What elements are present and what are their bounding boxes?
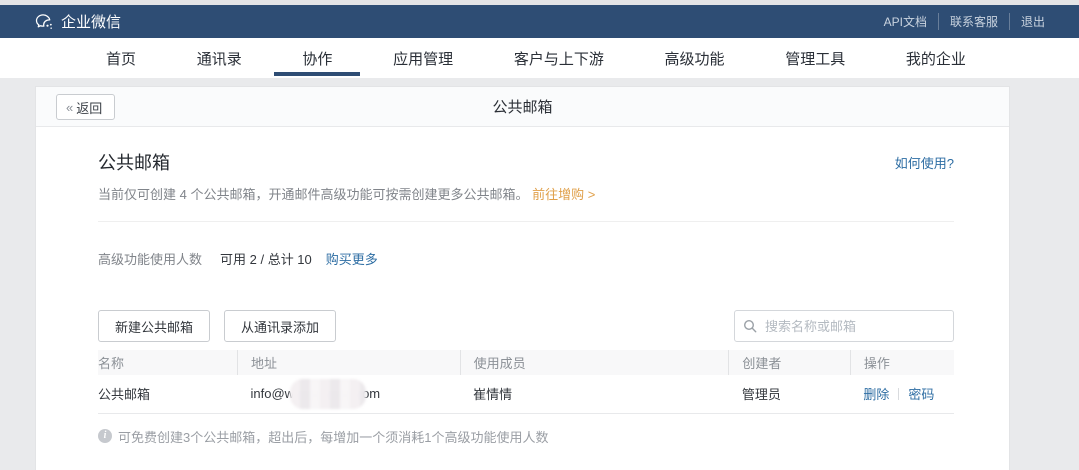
content-card: « 返回 公共邮箱 公共邮箱 当前仅可创建 4 个公共邮箱，开通邮件高级功能可按… xyxy=(35,86,1010,470)
nav-item-app-management[interactable]: 应用管理 xyxy=(375,38,471,78)
search-box xyxy=(734,310,954,342)
back-button[interactable]: « 返回 xyxy=(56,94,115,120)
address-prefix: info@w xyxy=(251,386,295,401)
info-icon xyxy=(98,429,112,443)
brand[interactable]: 企业微信 xyxy=(34,11,121,32)
topbar: 企业微信 API文档 联系客服 退出 xyxy=(0,5,1079,38)
nav-item-home[interactable]: 首页 xyxy=(88,38,154,78)
topbar-links: API文档 联系客服 退出 xyxy=(873,13,1045,30)
new-public-mailbox-button[interactable]: 新建公共邮箱 xyxy=(98,310,210,342)
add-from-contacts-button[interactable]: 从通讯录添加 xyxy=(224,310,336,342)
back-arrow-icon: « xyxy=(66,100,73,115)
section-divider xyxy=(98,221,954,222)
column-header-address: 地址 xyxy=(238,350,461,375)
column-header-creator: 创建者 xyxy=(729,350,851,375)
buy-more-link[interactable]: 购买更多 xyxy=(326,249,378,268)
delete-link[interactable]: 删除 xyxy=(863,387,889,402)
actions-separator xyxy=(898,388,899,400)
content-background: « 返回 公共邮箱 公共邮箱 当前仅可创建 4 个公共邮箱，开通邮件高级功能可按… xyxy=(0,78,1079,470)
how-to-use-link[interactable]: 如何使用? xyxy=(895,153,954,172)
quota-label: 高级功能使用人数 xyxy=(98,249,202,268)
cell-mailbox-name: 公共邮箱 xyxy=(98,375,238,413)
mailbox-address: info@wom xyxy=(251,379,381,409)
section-head: 公共邮箱 当前仅可创建 4 个公共邮箱，开通邮件高级功能可按需创建更多公共邮箱。… xyxy=(98,149,954,203)
wechat-work-logo-icon xyxy=(34,12,54,32)
table-header-row: 名称 地址 使用成员 创建者 操作 xyxy=(98,350,954,375)
quota-value: 可用 2 / 总计 10 xyxy=(220,249,312,268)
search-input[interactable] xyxy=(734,310,954,342)
password-link[interactable]: 密码 xyxy=(908,387,934,402)
column-header-members: 使用成员 xyxy=(460,350,729,375)
topbar-link-api-docs[interactable]: API文档 xyxy=(873,13,938,30)
footer-note: 可免费创建3个公共邮箱，超出后，每增加一个须消耗1个高级功能使用人数 xyxy=(98,427,954,446)
quota-row: 高级功能使用人数 可用 2 / 总计 10 购买更多 xyxy=(98,249,954,268)
column-header-actions: 操作 xyxy=(850,350,954,375)
nav-item-management-tools[interactable]: 管理工具 xyxy=(767,38,863,78)
brand-label: 企业微信 xyxy=(61,11,121,32)
section-description: 当前仅可创建 4 个公共邮箱，开通邮件高级功能可按需创建更多公共邮箱。 前往增购… xyxy=(98,184,595,203)
cell-actions: 删除 密码 xyxy=(850,375,954,413)
cell-creator: 管理员 xyxy=(729,375,851,413)
column-header-name: 名称 xyxy=(98,350,238,375)
nav-item-my-company[interactable]: 我的企业 xyxy=(888,38,984,78)
page: 企业微信 API文档 联系客服 退出 首页 通讯录 协作 应用管理 客户与上下游… xyxy=(0,0,1079,470)
purchase-more-link[interactable]: 前往增购 > xyxy=(532,187,595,202)
nav-item-advanced-features[interactable]: 高级功能 xyxy=(647,38,743,78)
page-header: « 返回 公共邮箱 xyxy=(36,87,1009,127)
section-description-text: 当前仅可创建 4 个公共邮箱，开通邮件高级功能可按需创建更多公共邮箱。 xyxy=(98,187,528,202)
section-head-text: 公共邮箱 当前仅可创建 4 个公共邮箱，开通邮件高级功能可按需创建更多公共邮箱。… xyxy=(98,149,595,203)
footer-note-text: 可免费创建3个公共邮箱，超出后，每增加一个须消耗1个高级功能使用人数 xyxy=(118,427,548,446)
card-body: 公共邮箱 当前仅可创建 4 个公共邮箱，开通邮件高级功能可按需创建更多公共邮箱。… xyxy=(36,127,1009,446)
main-nav: 首页 通讯录 协作 应用管理 客户与上下游 高级功能 管理工具 我的企业 xyxy=(0,38,1079,78)
search-icon xyxy=(743,319,757,333)
section-title: 公共邮箱 xyxy=(98,149,595,175)
cell-mailbox-address: info@wom xyxy=(238,375,461,413)
cell-members: 崔情情 xyxy=(460,375,729,413)
redaction-blur xyxy=(290,379,366,409)
topbar-link-contact-support[interactable]: 联系客服 xyxy=(938,13,1009,30)
back-button-label: 返回 xyxy=(76,98,102,117)
nav-item-collaboration[interactable]: 协作 xyxy=(284,38,350,78)
mailbox-table: 名称 地址 使用成员 创建者 操作 公共邮箱 info@wom xyxy=(98,350,954,414)
topbar-link-logout[interactable]: 退出 xyxy=(1009,13,1045,30)
nav-item-customers-upstream-downstream[interactable]: 客户与上下游 xyxy=(496,38,622,78)
page-title: 公共邮箱 xyxy=(492,96,552,117)
nav-item-contacts[interactable]: 通讯录 xyxy=(179,38,260,78)
toolbar: 新建公共邮箱 从通讯录添加 xyxy=(98,310,954,342)
table-row: 公共邮箱 info@wom 崔情情 管理员 删除 密码 xyxy=(98,375,954,413)
